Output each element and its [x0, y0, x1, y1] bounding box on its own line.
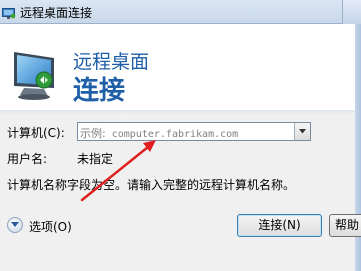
computer-input-placeholder[interactable]: 示例: computer.fabrikam.com	[80, 125, 238, 141]
connect-button[interactable]: 连接(N)	[237, 214, 322, 237]
options-label: 选项(O)	[29, 220, 72, 234]
remote-desktop-window: 远程桌面连接 远程桌面 连接 计算机(C): 示例: computer.fabr…	[0, 0, 361, 271]
computer-combobox[interactable]: 示例: computer.fabrikam.com	[77, 122, 311, 141]
placeholder-example: computer.fabrikam.com	[111, 129, 239, 140]
remote-desktop-icon	[2, 5, 16, 19]
header-divider	[0, 110, 355, 114]
monitor-connection-icon	[10, 50, 60, 102]
combo-dropdown-button[interactable]	[294, 123, 310, 140]
window-title: 远程桌面连接	[20, 6, 93, 20]
computer-label: 计算机(C):	[7, 126, 65, 140]
username-label: 用户名:	[7, 152, 48, 166]
chevron-down-icon	[299, 129, 306, 134]
username-value: 未指定	[77, 152, 114, 166]
expand-options-icon	[7, 217, 23, 233]
header-title-line2: 连接	[73, 76, 126, 106]
placeholder-prefix: 示例:	[80, 127, 106, 140]
title-bar[interactable]: 远程桌面连接	[0, 0, 361, 24]
info-message: 计算机名称字段为空。请输入完整的远程计算机名称。	[7, 178, 296, 192]
title-bar-controls[interactable]	[342, 0, 361, 24]
help-button[interactable]: 帮助	[329, 214, 361, 237]
